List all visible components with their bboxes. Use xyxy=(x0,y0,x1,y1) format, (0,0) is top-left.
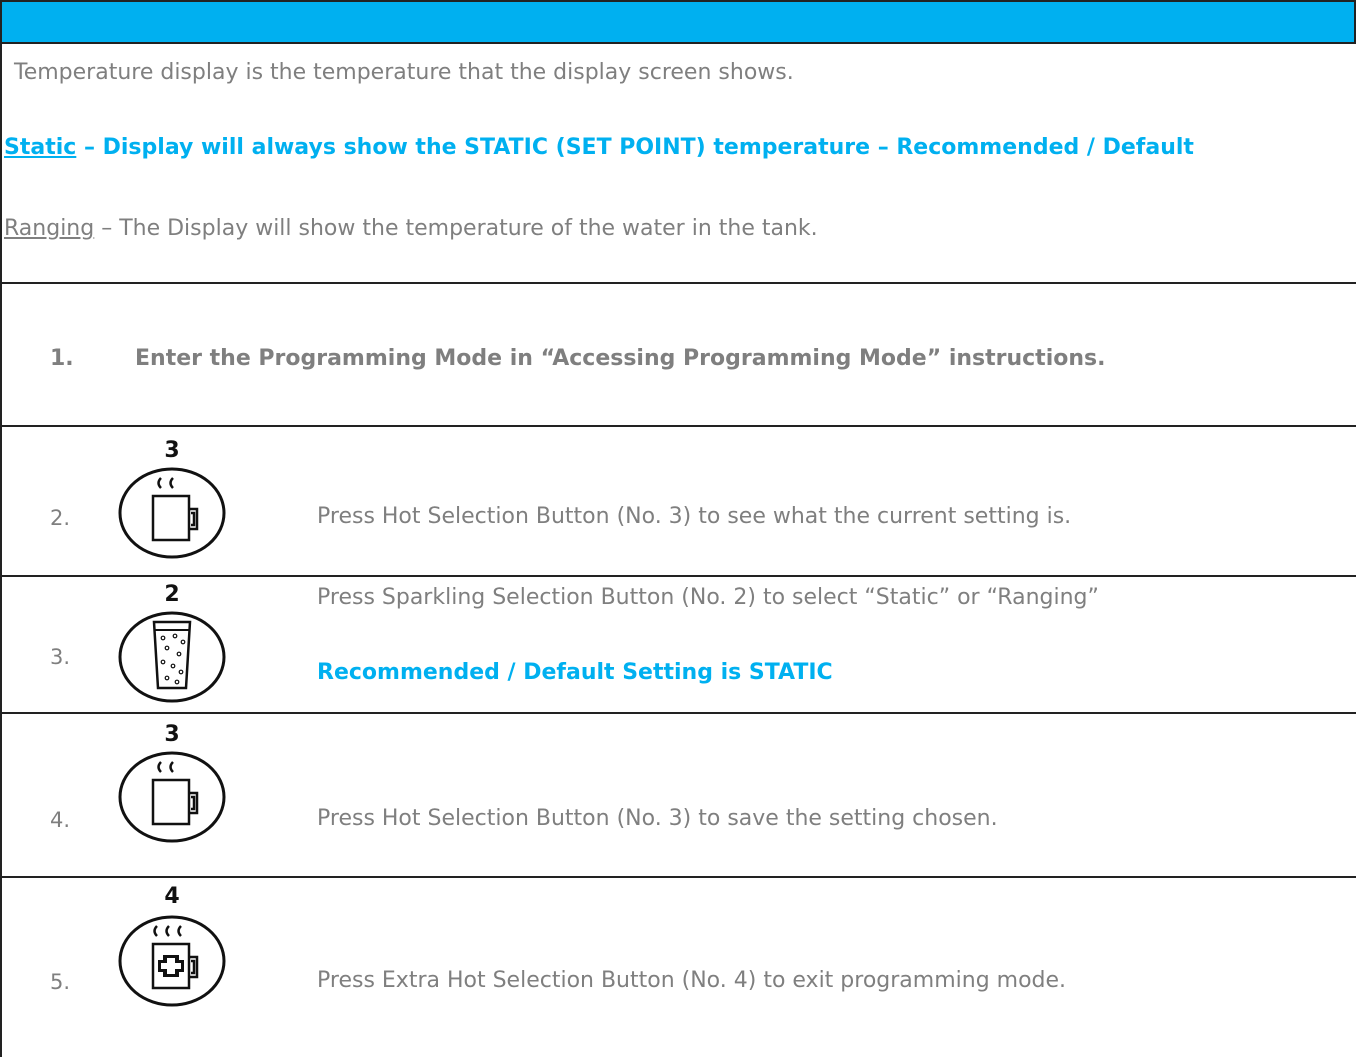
ranging-label: Ranging xyxy=(4,216,95,241)
step-1-number: 1. xyxy=(50,346,74,371)
sparkling-glass-icon xyxy=(117,610,227,704)
header-bar xyxy=(0,0,1356,44)
instruction-document: Temperature display is the temperature t… xyxy=(0,0,1356,1057)
step-2-text: Press Hot Selection Button (No. 3) to se… xyxy=(317,504,1072,529)
step-5-button-number: 4 xyxy=(164,884,180,909)
step-2-number: 2. xyxy=(50,506,71,530)
ranging-text: – The Display will show the temperature … xyxy=(94,216,818,241)
hot-cup-icon xyxy=(117,466,227,560)
static-text: – Display will always show the STATIC (S… xyxy=(76,135,1194,160)
step-5-text: Press Extra Hot Selection Button (No. 4)… xyxy=(317,968,1067,993)
step-1-text: Enter the Programming Mode in “Accessing… xyxy=(135,346,1106,371)
step-5-number: 5. xyxy=(50,970,71,994)
step-2-button-number: 3 xyxy=(164,438,180,463)
ranging-line: Ranging – The Display will show the temp… xyxy=(4,216,818,241)
static-label: Static xyxy=(4,135,77,160)
step-3-number: 3. xyxy=(50,645,71,669)
row-divider xyxy=(0,282,1356,284)
row-divider xyxy=(0,425,1356,427)
hot-cup-icon xyxy=(117,750,227,844)
intro-description: Temperature display is the temperature t… xyxy=(14,60,794,85)
step-3-button-number: 2 xyxy=(164,582,180,607)
step-4-number: 4. xyxy=(50,808,71,832)
row-divider xyxy=(0,575,1356,577)
step-4-button-number: 3 xyxy=(164,722,180,747)
step-4-text: Press Hot Selection Button (No. 3) to sa… xyxy=(317,806,998,831)
extra-hot-cup-icon xyxy=(117,914,227,1008)
static-line: Static – Display will always show the ST… xyxy=(4,135,1194,160)
table-left-border xyxy=(0,44,2,1057)
row-divider xyxy=(0,876,1356,878)
step-3-note: Recommended / Default Setting is STATIC xyxy=(317,660,833,685)
row-divider xyxy=(0,712,1356,714)
step-3-text: Press Sparkling Selection Button (No. 2)… xyxy=(317,585,1099,610)
